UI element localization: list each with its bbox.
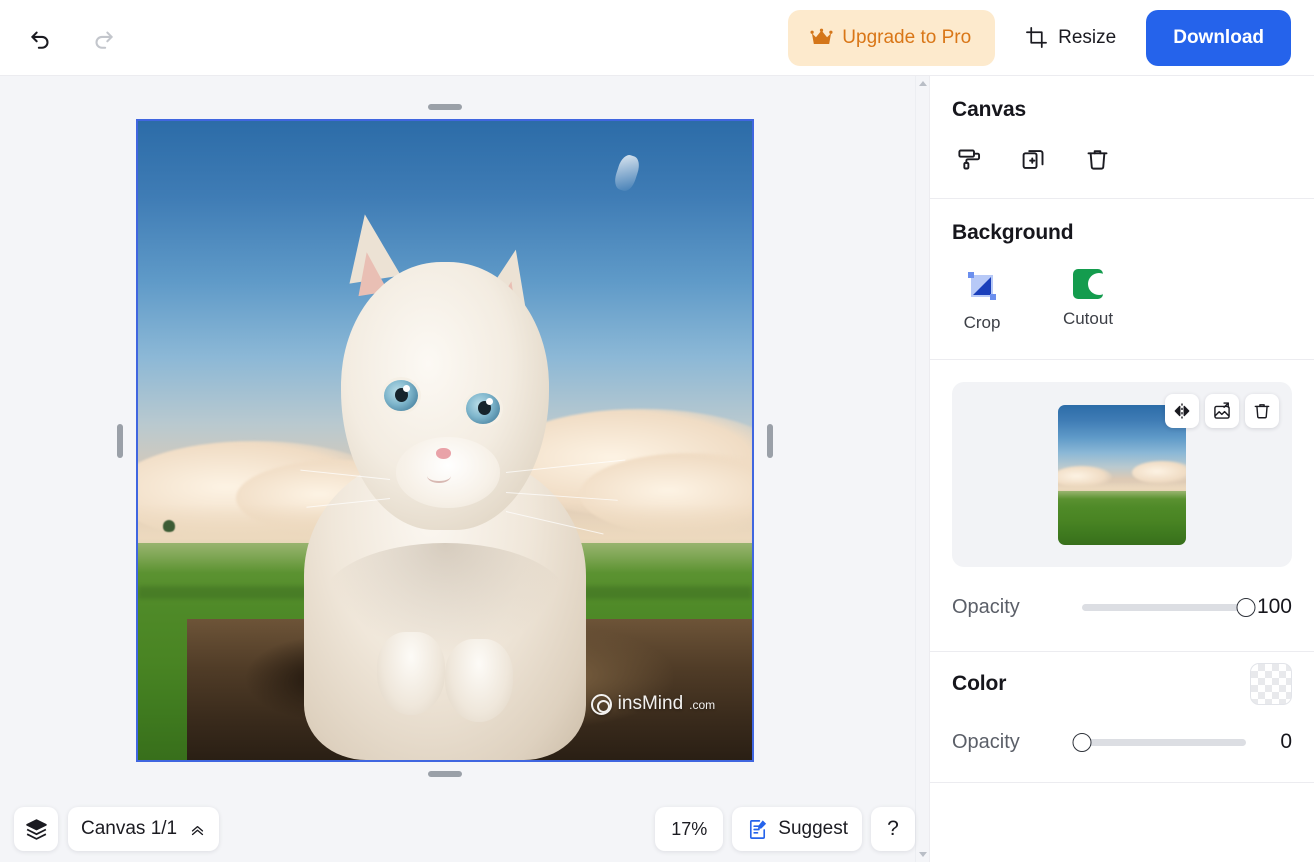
background-opacity-slider[interactable] [1082,596,1256,618]
crop-action-button[interactable]: Crop [952,269,1012,333]
cutout-label: Cutout [1062,309,1114,328]
layers-button[interactable] [14,807,58,851]
trash-icon [1254,404,1270,419]
background-opacity-label: Opacity [952,595,1020,618]
kitten-paw-right [445,638,513,722]
slider-track [1082,738,1246,746]
slider-knob[interactable] [1072,732,1092,752]
duplicate-canvas-button[interactable] [1016,142,1050,176]
slider-track [1082,603,1246,611]
redo-arrow-icon [95,31,113,49]
resize-handle-right[interactable] [767,423,773,458]
kitten-eye-right [466,392,501,424]
canvas-section-title: Canvas [952,98,1027,121]
paint-roller-icon [957,149,980,169]
scroll-up-arrow-icon[interactable] [919,81,927,86]
download-button[interactable]: Download [1146,9,1291,66]
color-opacity-label: Opacity [952,730,1020,753]
history-controls [22,19,122,57]
upgrade-to-pro-button[interactable]: Upgrade to Pro [788,9,996,66]
canvas-workspace[interactable]: insMind .com [0,76,929,862]
canvas-page-selector[interactable]: Canvas 1/1 [68,807,220,851]
canvas-selection[interactable]: insMind .com [117,104,773,777]
thumbnail-tool-row [1165,394,1279,428]
trash-icon [1087,149,1107,170]
undo-arrow-icon [31,31,49,49]
background-section-title: Background [952,221,1074,244]
crop-label: Crop [963,313,1001,332]
kitten-paw-left [377,632,445,716]
resize-handle-bottom[interactable] [428,771,462,777]
color-opacity-value: 0 [1280,730,1292,753]
kitten-chest-shading [322,542,568,658]
slider-knob[interactable] [1236,597,1256,617]
properties-panel: Canvas Background Crop Cutout Opacity 10… [929,76,1314,862]
suggest-note-icon [750,819,767,839]
redo-button[interactable] [84,19,122,57]
panel-divider [930,359,1314,360]
background-thumbnail-card [952,382,1292,567]
delete-canvas-button[interactable] [1080,142,1114,176]
chevron-double-up-icon [191,825,204,835]
thumbnail-grass [1058,491,1186,545]
canvas-section: Canvas [930,76,1314,198]
background-opacity-row: Opacity 100 [930,581,1314,633]
color-opacity-slider[interactable] [1072,731,1246,753]
panel-divider [930,782,1314,783]
layers-icon [25,818,47,840]
upgrade-to-pro-label: Upgrade to Pro [842,26,972,48]
kitten-mouth [426,469,451,484]
canvas-tool-row [952,142,1292,198]
replace-image-button[interactable] [1205,394,1239,428]
crop-frame-icon [1026,27,1048,48]
suggest-button[interactable]: Suggest [732,807,862,851]
help-button[interactable]: ? [871,807,915,851]
bottom-right-controls: 17% Suggest ? [655,807,915,851]
watermark-brand: insMind [617,693,684,715]
resize-button[interactable]: Resize [1009,13,1132,63]
canvas-page-label: Canvas 1/1 [81,818,178,839]
zoom-level-button[interactable]: 17% [655,807,724,851]
replace-image-icon [1214,402,1230,419]
background-section: Background Crop Cutout [930,199,1314,359]
color-section-title: Color [952,672,1007,695]
canvas-artboard[interactable]: insMind .com [136,119,754,762]
crop-icon [965,269,999,303]
flip-horizontal-button[interactable] [1165,394,1199,428]
cutout-icon [1073,269,1103,299]
suggest-label: Suggest [778,818,848,839]
crown-icon [810,28,833,44]
background-action-row: Crop Cutout [952,269,1292,359]
workspace-scrollbar[interactable] [915,76,929,862]
resize-handle-top[interactable] [428,104,462,110]
kitten-eye-left [383,379,418,411]
flip-horizontal-icon [1174,403,1190,419]
color-opacity-row: Opacity 0 [930,716,1314,768]
scroll-down-arrow-icon[interactable] [919,852,927,857]
insmind-logo-icon [590,693,612,715]
color-section-header: Color [930,652,1314,716]
watermark-suffix: .com [689,698,716,713]
delete-background-button[interactable] [1245,394,1279,428]
top-toolbar: Upgrade to Pro Resize Download [0,0,1314,76]
undo-button[interactable] [22,19,60,57]
duplicate-page-icon [1022,149,1043,169]
artwork-kitten [138,121,752,760]
watermark: insMind .com [590,693,716,715]
color-swatch-button[interactable] [1250,663,1292,705]
topbar-actions: Upgrade to Pro Resize Download [788,9,1291,66]
cutout-action-button[interactable]: Cutout [1058,269,1118,333]
resize-handle-left[interactable] [117,423,123,458]
resize-label: Resize [1058,26,1117,48]
paint-roller-button[interactable] [952,142,986,176]
